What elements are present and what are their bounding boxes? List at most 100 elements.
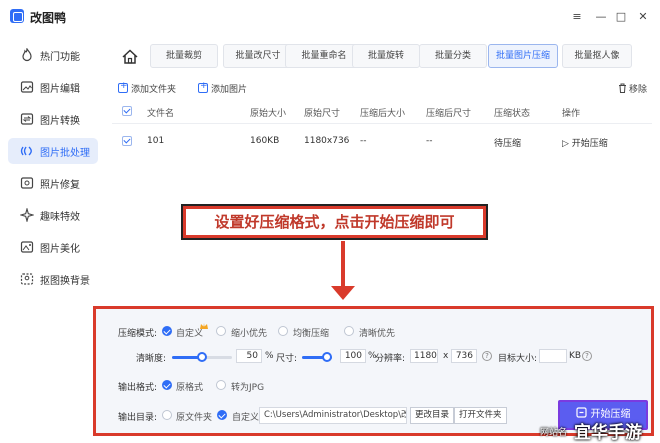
resolution-separator: x	[443, 351, 449, 361]
dir-original-label: 原文件夹	[176, 413, 213, 423]
dir-original-radio[interactable]	[162, 410, 172, 420]
format-original-radio[interactable]	[162, 380, 172, 390]
col-action: 操作	[562, 109, 581, 119]
add-folder-button[interactable]: 添加文件夹	[118, 81, 176, 95]
size-slider[interactable]	[302, 352, 332, 362]
compress-icon	[575, 407, 587, 418]
sidebar-item-image-edit[interactable]: 图片编辑	[8, 74, 98, 100]
cutout-icon	[20, 273, 34, 285]
beautify-icon	[20, 241, 34, 253]
sidebar-item-label: 热门功能	[40, 52, 80, 63]
col-status: 压缩状态	[494, 109, 531, 119]
arrow-shaft	[341, 241, 345, 289]
cell-original-dims: 1180x736	[304, 136, 350, 146]
mode-custom-radio[interactable]	[162, 326, 172, 336]
tab-batch-classify[interactable]: 批量分类	[419, 44, 487, 68]
sidebar-item-label: 图片美化	[40, 244, 80, 255]
output-format-label: 输出格式:	[118, 383, 158, 393]
add-image-button[interactable]: 添加图片	[198, 81, 247, 95]
sidebar-item-beautify[interactable]: 图片美化	[8, 234, 98, 260]
col-file-name: 文件名	[147, 109, 175, 119]
size-slider-knob[interactable]	[322, 352, 332, 362]
tab-batch-crop[interactable]: 批量裁剪	[150, 44, 218, 68]
cell-compressed-dims: --	[426, 136, 433, 146]
sidebar-item-cutout[interactable]: 抠图换背景	[8, 266, 98, 292]
crown-icon	[200, 323, 208, 329]
mode-small-first-radio[interactable]	[216, 326, 226, 336]
sidebar-item-label: 抠图换背景	[40, 276, 90, 287]
cell-file-name: 101	[147, 136, 165, 146]
format-original-label: 原格式	[176, 383, 204, 393]
mode-balanced-radio[interactable]	[278, 326, 288, 336]
target-size-help-icon[interactable]: ?	[582, 351, 592, 361]
target-size-unit: KB	[569, 351, 582, 361]
resolution-width-input[interactable]: 1180	[410, 349, 438, 363]
sidebar: 热门功能 图片编辑 图片转换 图片批处理 照片修复 趣味特效 图片美化 抠图换背…	[0, 34, 102, 443]
col-compressed-size: 压缩后大小	[360, 109, 406, 119]
add-folder-icon	[118, 81, 128, 93]
sidebar-item-hot[interactable]: 热门功能	[8, 42, 98, 68]
target-size-input[interactable]	[539, 349, 567, 363]
tab-batch-resize[interactable]: 批量改尺寸	[223, 44, 293, 68]
select-all-checkbox[interactable]	[122, 106, 132, 116]
sidebar-item-label: 图片编辑	[40, 84, 80, 95]
app-window: 改图鸭 ≡ — □ ✕ 热门功能 图片编辑 图片转换 图片批处理 照片修复 趣味…	[0, 0, 660, 443]
trash-icon	[619, 83, 626, 93]
sidebar-item-label: 图片批处理	[40, 148, 90, 159]
sidebar-item-label: 趣味特效	[40, 212, 80, 223]
clarity-slider[interactable]	[172, 352, 232, 362]
table-header: 文件名 原始大小 原始尺寸 压缩后大小 压缩后尺寸 压缩状态 操作	[112, 98, 652, 124]
clarity-input[interactable]: 50	[236, 349, 262, 363]
watermark: 网站名 宜华手游	[538, 418, 660, 443]
resolution-label: 分辨率:	[375, 354, 406, 364]
output-path-input[interactable]: C:\Users\Administrator\Desktop\改...	[259, 407, 407, 424]
repair-icon	[20, 177, 34, 189]
size-input[interactable]: 100	[340, 349, 366, 363]
mode-small-first-label: 缩小优先	[231, 329, 268, 339]
remove-button[interactable]: 移除	[618, 82, 647, 95]
menu-icon[interactable]: ≡	[570, 10, 584, 24]
tab-batch-portrait-cutout[interactable]: 批量抠人像	[562, 44, 632, 68]
col-compressed-dims: 压缩后尺寸	[426, 109, 472, 119]
sidebar-item-label: 照片修复	[40, 180, 80, 191]
maximize-icon[interactable]: □	[614, 10, 628, 24]
cell-original-size: 160KB	[250, 136, 280, 146]
sidebar-item-repair[interactable]: 照片修复	[8, 170, 98, 196]
sidebar-item-convert[interactable]: 图片转换	[8, 106, 98, 132]
flame-icon	[22, 48, 32, 62]
start-compress-row-button[interactable]: ▷ 开始压缩	[562, 136, 608, 149]
sidebar-item-effects[interactable]: 趣味特效	[8, 202, 98, 228]
mode-balanced-label: 均衡压缩	[293, 329, 330, 339]
sidebar-item-batch[interactable]: 图片批处理	[8, 138, 98, 164]
arrow-down-icon	[331, 286, 355, 300]
row-checkbox[interactable]	[122, 136, 132, 146]
mode-clarity-first-radio[interactable]	[344, 326, 354, 336]
size-label: 尺寸:	[276, 354, 298, 364]
compress-mode-label: 压缩模式:	[118, 329, 158, 339]
image-edit-icon	[20, 81, 34, 93]
open-folder-button[interactable]: 打开文件夹	[454, 407, 507, 424]
close-icon[interactable]: ✕	[636, 10, 650, 24]
clarity-label: 清晰度:	[136, 354, 167, 364]
resolution-help-icon[interactable]: ?	[482, 351, 492, 361]
home-icon[interactable]	[118, 46, 142, 68]
clarity-slider-knob[interactable]	[197, 352, 207, 362]
dir-custom-label: 自定义	[232, 413, 260, 423]
tab-batch-rotate[interactable]: 批量旋转	[352, 44, 420, 68]
instruction-banner: 设置好压缩格式，点击开始压缩即可	[181, 204, 488, 240]
watermark-brand-text: 宜华手游	[574, 423, 642, 443]
compress-settings-panel: 压缩模式: 自定义 缩小优先 均衡压缩 清晰优先 清晰度: 50 % 尺寸: 1…	[93, 306, 654, 436]
target-size-label: 目标大小:	[498, 354, 538, 364]
minimize-icon[interactable]: —	[594, 10, 608, 24]
mode-clarity-first-label: 清晰优先	[359, 329, 396, 339]
batch-icon	[20, 146, 32, 156]
title-bar: 改图鸭 ≡ — □ ✕	[0, 0, 660, 34]
col-original-dims: 原始尺寸	[304, 109, 341, 119]
convert-icon	[20, 113, 34, 125]
tab-batch-compress[interactable]: 批量图片压缩	[488, 44, 558, 68]
format-jpg-radio[interactable]	[216, 380, 226, 390]
resolution-height-input[interactable]: 736	[451, 349, 477, 363]
col-original-size: 原始大小	[250, 109, 287, 119]
change-dir-button[interactable]: 更改目录	[410, 407, 455, 424]
dir-custom-radio[interactable]	[217, 410, 227, 420]
